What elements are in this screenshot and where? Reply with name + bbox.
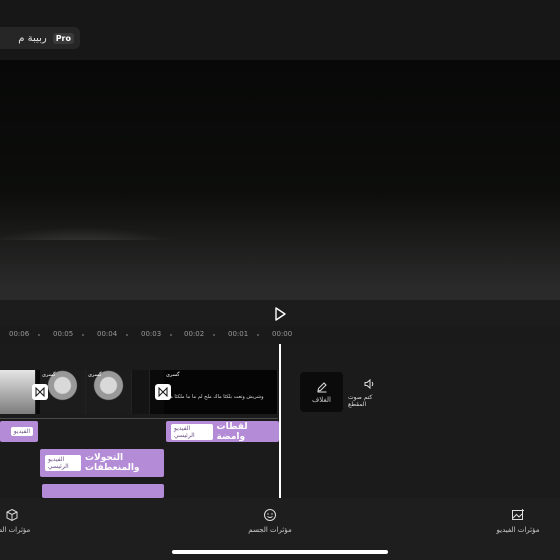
pro-trial-label: ربيبة م — [18, 32, 47, 44]
play-icon — [275, 307, 286, 321]
ruler-tick: 00:00 — [272, 330, 293, 338]
toolbar-item-video-effects[interactable]: مؤثرات الفيديو — [494, 508, 542, 534]
clip-tag: الفيديو الرئيسي — [45, 455, 82, 471]
ruler-tick: 00:03 — [141, 330, 162, 338]
toolbar-item-body-effects[interactable]: مؤثرات الجسم — [244, 508, 296, 534]
effect-clip[interactable]: الفيديو الرئيسي لقطات وامضة — [166, 421, 279, 442]
ruler-tick: 00:01 — [228, 330, 249, 338]
ruler-dot — [38, 334, 40, 336]
frame-caption: گسری — [42, 372, 56, 378]
transition-icon — [35, 387, 45, 397]
video-frame-thumbnail[interactable] — [0, 370, 36, 414]
top-bar — [0, 0, 560, 60]
effect-clip[interactable]: الفيديو — [0, 421, 38, 442]
frame-caption: گسری — [88, 372, 102, 378]
pro-trial-button[interactable]: ربيبة م Pro — [0, 27, 80, 49]
clip-tag: الفيديو — [10, 427, 33, 436]
speaker-icon — [364, 378, 374, 390]
clip-tag: الفيديو الرئيسي — [171, 423, 213, 440]
toolbar-item-label: مؤثرات الجسم — [248, 526, 292, 534]
ruler-tick: 00:06 — [9, 330, 30, 338]
clip-label: التحولات والمنعطفات — [85, 453, 140, 473]
home-indicator[interactable] — [172, 550, 388, 554]
pro-badge: Pro — [52, 32, 74, 44]
ruler-dot — [257, 334, 259, 336]
ruler-tick: 00:05 — [53, 330, 74, 338]
cube-icon — [6, 508, 18, 522]
image-sparkle-icon — [512, 509, 524, 520]
video-frame-thumbnail[interactable] — [132, 370, 150, 414]
ruler-dot — [213, 334, 215, 336]
playhead[interactable] — [279, 344, 281, 498]
play-button[interactable] — [272, 306, 288, 321]
cover-label: الغلاف — [312, 395, 331, 404]
toolbar-item-label: مؤثرات الص — [0, 526, 31, 534]
cover-button[interactable]: الغلاف — [300, 372, 343, 412]
toolbar-item-label: مؤثرات الفيديو — [496, 526, 540, 534]
ruler-tick: 00:02 — [184, 330, 205, 338]
video-preview[interactable] — [0, 60, 560, 300]
mute-clip-button[interactable]: كتم صوت المقطع — [348, 378, 390, 408]
ruler-tick: 00:04 — [97, 330, 118, 338]
toolbar-item-effects[interactable]: مؤثرات الص — [0, 508, 34, 534]
video-frame-thumbnail[interactable]: گسری — [86, 370, 132, 414]
pencil-icon — [316, 381, 327, 392]
transition-icon — [158, 387, 168, 397]
frame-caption: گسری — [166, 372, 180, 378]
transition-button[interactable] — [155, 384, 171, 400]
video-frame-thumbnail[interactable]: گسری وشريش وتعت بلكئا ماك ملح لم ما ما م… — [164, 370, 278, 414]
main-video-track[interactable]: گسری گسری گسری وشريش وتعت بلكئا ماك ملح … — [0, 370, 278, 414]
ruler-dot — [82, 334, 84, 336]
frame-subtitle: وشريش وتعت بلكئا ماك ملح لم ما ما ملكئا … — [166, 394, 264, 400]
effect-clip[interactable]: الفيديو الرئيسي التحولات والمنعطفات — [40, 449, 164, 477]
smile-face-icon — [264, 509, 276, 521]
track-divider — [0, 418, 278, 419]
clip-label: لقطات وامضة — [216, 421, 248, 442]
effect-clip[interactable] — [42, 484, 164, 498]
ruler-dot — [126, 334, 128, 336]
ruler-dot — [170, 334, 172, 336]
mute-clip-label: كتم صوت المقطع — [348, 394, 373, 408]
transition-button[interactable] — [32, 384, 48, 400]
